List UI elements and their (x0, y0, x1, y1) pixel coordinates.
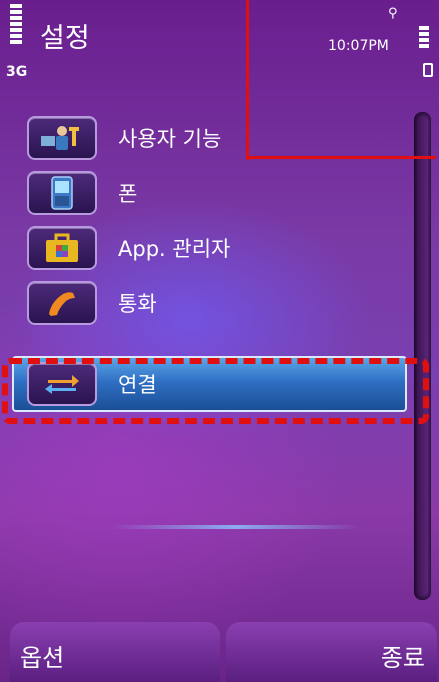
menu-item-label: App. 관리자 (118, 237, 231, 261)
menu-item-calls[interactable]: 통화 (12, 275, 407, 331)
options-softkey-label: 옵션 (20, 644, 65, 672)
menu-item-phone[interactable]: 폰 (12, 165, 407, 221)
exit-softkey-label: 종료 (380, 644, 425, 672)
battery-level-icon (419, 26, 429, 50)
call-icon (27, 281, 97, 325)
background-sheen (110, 525, 360, 529)
exit-softkey[interactable]: 종료 (226, 622, 437, 682)
annotation-line (246, 156, 436, 159)
phone-screen: 설정 3G ⚲ 10:07PM 사용자 기능 폰 App. 관리자 통화 연결 … (0, 0, 439, 682)
status-bar: 설정 3G ⚲ 10:07PM (0, 0, 439, 90)
battery-icon (423, 63, 433, 77)
signal-strength-icon (10, 4, 22, 46)
network-type-label: 3G (6, 64, 28, 80)
menu-item-label: 폰 (118, 182, 138, 206)
menu-item-label: 통화 (118, 292, 157, 316)
app-manager-icon (27, 226, 97, 270)
clock: 10:07PM (328, 38, 389, 54)
menu-item-app-manager[interactable]: App. 관리자 (12, 220, 407, 276)
annotation-highlight-box (2, 358, 429, 424)
alarm-icon: ⚲ (388, 6, 398, 21)
annotation-line (246, 0, 249, 160)
page-title: 설정 (40, 23, 90, 54)
user-settings-icon (27, 116, 97, 160)
menu-item-label: 사용자 기능 (118, 127, 222, 151)
scroll-thumb[interactable] (417, 116, 428, 596)
phone-icon (27, 171, 97, 215)
options-softkey[interactable]: 옵션 (10, 622, 220, 682)
scrollbar[interactable] (414, 112, 431, 600)
